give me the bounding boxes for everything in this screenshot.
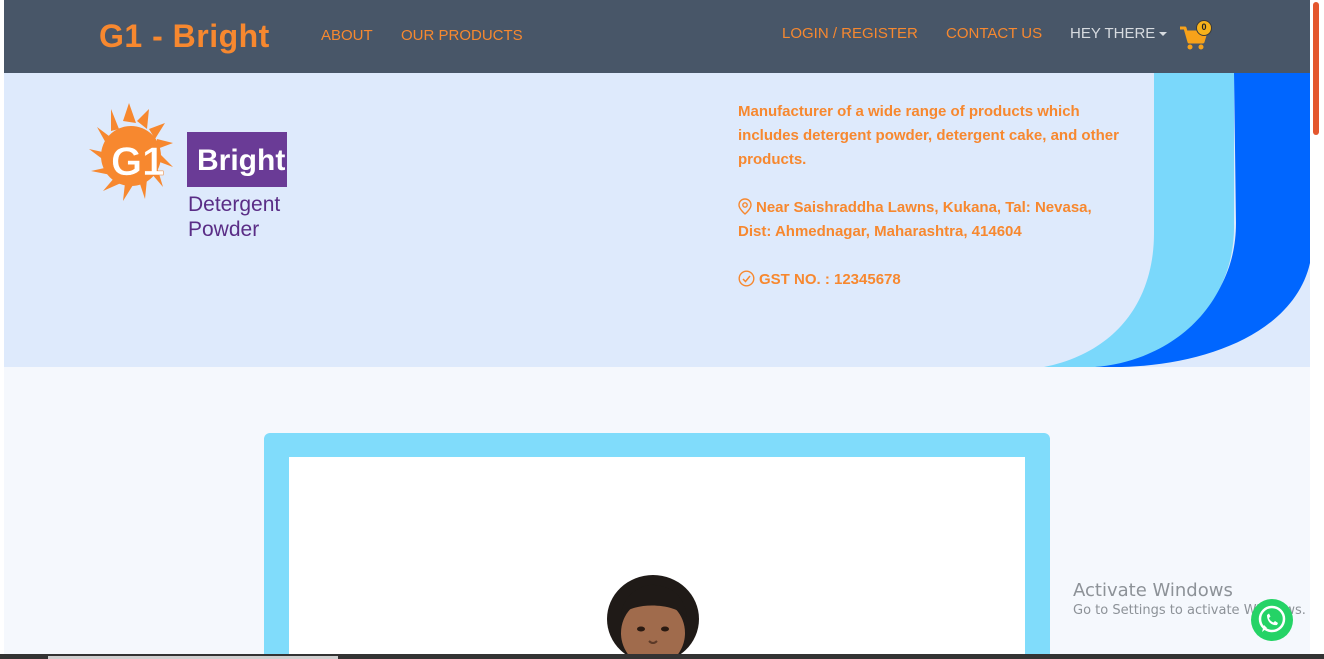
svg-text:Detergent: Detergent — [188, 193, 280, 216]
location-pin-icon — [738, 198, 752, 215]
featured-card-content — [289, 457, 1025, 654]
user-greeting: HEY THERE — [1070, 25, 1156, 42]
svg-text:Bright: Bright — [197, 144, 285, 177]
scrollbar-thumb[interactable] — [1313, 2, 1319, 135]
user-menu-dropdown[interactable]: HEY THERE — [1070, 25, 1168, 42]
person-photo — [607, 575, 699, 654]
page: G1 - Bright ABOUT OUR PRODUCTS LOGIN / R… — [4, 0, 1310, 654]
header-banner: G1 Bright Detergent Powder Manufacturer … — [4, 73, 1310, 367]
company-address: Near Saishraddha Lawns, Kukana, Tal: Nev… — [738, 198, 1092, 240]
company-info: Manufacturer of a wide range of products… — [738, 100, 1128, 292]
whatsapp-icon — [1251, 599, 1293, 641]
cart-button[interactable]: 0 — [1178, 20, 1218, 52]
cart-count-badge: 0 — [1196, 20, 1212, 36]
svg-text:Powder: Powder — [188, 218, 259, 241]
taskbar-edge — [0, 654, 1324, 659]
nav-products-link[interactable]: OUR PRODUCTS — [401, 27, 523, 44]
nav-contact-link[interactable]: CONTACT US — [946, 25, 1042, 42]
page-scrollbar[interactable] — [1310, 0, 1324, 654]
featured-card — [264, 433, 1050, 654]
company-description: Manufacturer of a wide range of products… — [738, 103, 1119, 168]
company-logo: G1 Bright Detergent Powder — [89, 101, 289, 241]
brand-logo-link[interactable]: G1 - Bright — [99, 18, 270, 55]
nav-login-register-link[interactable]: LOGIN / REGISTER — [782, 25, 918, 42]
caret-down-icon — [1159, 32, 1168, 37]
check-circle-icon — [738, 270, 755, 287]
svg-text:G1: G1 — [111, 140, 164, 184]
sun-logo-icon: G1 Bright Detergent Powder — [89, 103, 287, 241]
whatsapp-button[interactable] — [1250, 598, 1294, 647]
nav-about-link[interactable]: ABOUT — [321, 27, 373, 44]
gst-number: GST NO. : 12345678 — [738, 268, 1128, 292]
navbar: G1 - Bright ABOUT OUR PRODUCTS LOGIN / R… — [4, 0, 1310, 73]
